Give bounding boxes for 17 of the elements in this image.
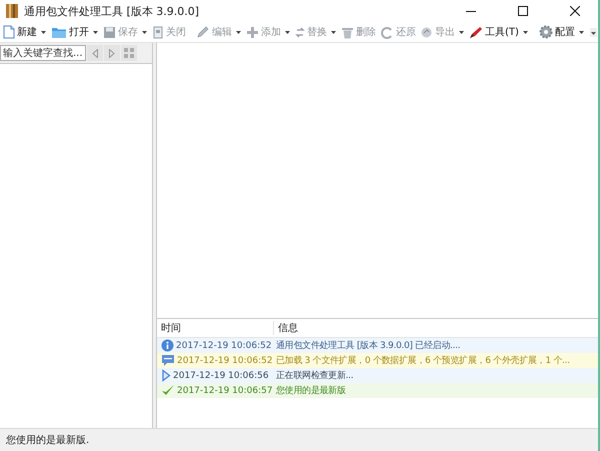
column-header[interactable]: 时间 [157, 321, 274, 335]
log-message: 正在联网检查更新... [275, 370, 354, 382]
window-title: 通用包文件处理工具 [版本 3.9.0.0] [24, 4, 200, 18]
log-message: 通用包文件处理工具 [版本 3.9.0.0] 已经启动.... [275, 340, 460, 352]
log-message: 已加载 3 个文件扩展，0 个数据扩展，6 个预览扩展，6 个外壳扩展，1 个... [275, 354, 570, 367]
settings-toolbar-button[interactable]: 配置 [538, 22, 576, 42]
new-toolbar-button[interactable]: 新建 [2, 22, 38, 42]
log-time: 2017-12-19 10:06:52 [177, 356, 273, 366]
log-time: 2017-12-19 10:06:52 [176, 340, 272, 350]
column-header[interactable]: 信息 [274, 321, 298, 335]
open-toolbar-button[interactable]: 打开 [50, 22, 90, 42]
log-time: 2017-12-19 10:06:56 [173, 370, 269, 380]
log-time: 2017-12-19 10:06:57 [177, 386, 273, 396]
tools-toolbar-button[interactable]: 工具(T) [468, 22, 520, 42]
log-message: 您使用的是最新版 [275, 384, 346, 397]
status-text: 您使用的是最新版. [0, 428, 598, 451]
search-field[interactable]: 输入关键字查找.... [0, 45, 86, 61]
